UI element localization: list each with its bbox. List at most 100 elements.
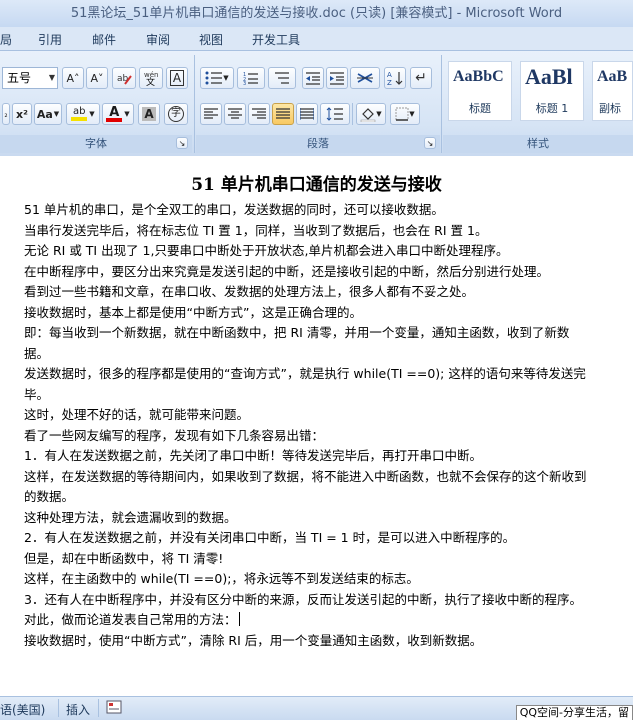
dialog-launcher-icon: ↘ [426, 138, 434, 148]
paragraph: 在中断程序中，要区分出来究竟是发送引起的中断，还是接收引起的中断，然后分别进行处… [24, 263, 550, 279]
strikethrough-button[interactable]: ₂ [2, 103, 10, 125]
align-left-button[interactable] [200, 103, 222, 125]
align-center-button[interactable] [224, 103, 246, 125]
paragraph: 这时，处理不好的话，就可能带来问题。 [24, 407, 250, 422]
grow-font-button[interactable]: A˄ [62, 67, 84, 89]
paragraph-with-cursor: 对此，做而论道发表自己常用的方法： [24, 610, 589, 631]
document-body: 51 单片机的串口，是个全双工的串口，发送数据的同时，还可以接收数据。 当串行发… [24, 200, 589, 651]
change-case-button[interactable]: Aa ▼ [34, 103, 62, 125]
svg-text:文: 文 [146, 76, 155, 86]
tab-developer[interactable]: 开发工具 [252, 31, 300, 48]
text-highlight-button[interactable]: ab ▼ [66, 103, 100, 125]
style-heading-1[interactable]: AaBl 标题 1 [520, 61, 584, 121]
numbering-button[interactable]: 123 [237, 67, 265, 89]
tab-view[interactable]: 视图 [199, 31, 223, 48]
font-size-select[interactable]: 五号 ▼ [2, 67, 58, 89]
font-color-button[interactable]: A ▼ [102, 103, 134, 125]
chinese-layout-icon [357, 73, 373, 83]
paragraph: 1．有人在发送数据之前，先关闭了串口中断！等待发送完毕后，再打开串口中断。 [24, 448, 482, 463]
decrease-indent-button[interactable] [302, 67, 324, 89]
sort-button[interactable]: AZ [384, 67, 406, 89]
align-left-icon [204, 108, 218, 119]
svg-text:Z: Z [387, 79, 392, 86]
tab-review[interactable]: 审阅 [146, 31, 170, 48]
align-center-icon [228, 108, 242, 119]
qq-space-banner[interactable]: QQ空间-分享生活，留 [515, 705, 633, 720]
phonetic-guide-icon: wén文 [144, 71, 158, 86]
paragraph: 即：每当收到一个新数据，就在中断函数中，把 RI 清零，并用一个变量，通知主函数… [24, 325, 570, 361]
insert-mode-status[interactable]: 插入 [66, 701, 90, 718]
style-sample: AaBl [525, 64, 573, 89]
phonetic-guide-button[interactable]: wén 文 [139, 67, 163, 89]
document-page[interactable]: 51 单片机串口通信的发送与接收 51 单片机的串口，是个全双工的串口，发送数据… [0, 160, 633, 696]
character-border-icon: A [169, 70, 185, 86]
style-subtitle[interactable]: AaB 副标 [592, 61, 633, 121]
chevron-down-icon: ▼ [48, 73, 55, 82]
decrease-indent-icon [306, 72, 320, 85]
grow-font-icon: A˄ [66, 71, 80, 85]
paragraph: 当串行发送完毕后，将在标志位 TI 置 1，同样，当收到了数据后，也会在 RI … [24, 222, 488, 238]
borders-button[interactable]: ▼ [390, 103, 420, 125]
group-divider [194, 55, 195, 153]
ribbon-tabs: 局 引用 邮件 审阅 视图 开发工具 [0, 27, 633, 51]
chevron-down-icon: ▼ [124, 110, 130, 118]
chevron-down-icon: ▼ [89, 110, 95, 118]
shrink-font-button[interactable]: A˅ [86, 67, 108, 89]
increase-indent-icon [330, 72, 344, 85]
paragraph: 看到过一些书籍和文章，在串口收、发数据的处理方法上，很多人都有不妥之处。 [24, 284, 475, 299]
paragraph: 无论 RI 或 TI 出现了 1,只要串口中断处于开放状态,单片机都会进入串口中… [24, 243, 509, 258]
align-right-button[interactable] [248, 103, 270, 125]
line-spacing-icon [326, 107, 343, 121]
group-divider [352, 103, 353, 125]
document-title: 51 单片机串口通信的发送与接收 [191, 175, 442, 195]
paragraph: 发送数据时，很多的程序都是使用的“查询方式”，就是执行 while(TI ==0… [24, 366, 586, 402]
highlight-swatch [71, 117, 88, 121]
shading-button[interactable]: ▼ [356, 103, 386, 125]
paint-bucket-icon [361, 108, 376, 122]
chinese-layout-button[interactable] [350, 67, 380, 89]
line-spacing-button[interactable] [320, 103, 350, 125]
paragraph: 接收数据时，使用“中断方式”，清除 RI 后，用一个变量通知主函数，收到新数据。 [24, 632, 483, 648]
multilevel-list-button[interactable] [268, 67, 296, 89]
bullets-button[interactable]: ▼ [200, 67, 234, 89]
paragraph: 看了一些网友编写的程序，发现有如下几条容易出错： [24, 427, 325, 443]
paragraph: 2．有人在发送数据之前，并没有关闭串口中断，当 TI = 1 时，是可以进入中断… [24, 530, 516, 545]
status-divider [98, 699, 99, 717]
distributed-button[interactable] [296, 103, 318, 125]
paragraph: 这样，在主函数中的 while(TI ==0);，将永远等不到发送结束的标志。 [24, 571, 419, 586]
ribbon: 五号 ▼ A˄ A˅ ab wén 文 A ₂ x² Aa ▼ ab ▼ A ▼ A… [0, 51, 633, 156]
chevron-down-icon: ▼ [53, 110, 60, 118]
show-formatting-marks-button[interactable]: ↵ [410, 67, 432, 89]
tab-mailings[interactable]: 邮件 [92, 31, 116, 48]
align-right-icon [252, 108, 266, 119]
superscript-icon: x² [16, 107, 28, 121]
character-shading-button[interactable]: A [138, 103, 160, 125]
tab-layout[interactable]: 局 [0, 31, 12, 48]
enclose-characters-button[interactable]: 字 [164, 103, 188, 125]
sort-icon: AZ [387, 71, 403, 86]
style-sample: AaBbC [453, 68, 504, 85]
clear-format-icon: ab [117, 74, 132, 85]
svg-text:A: A [387, 71, 392, 79]
justify-button[interactable] [272, 103, 294, 125]
tab-references[interactable]: 引用 [38, 31, 62, 48]
superscript-button[interactable]: x² [12, 103, 32, 125]
macro-recording-icon[interactable] [106, 700, 122, 717]
window-title: 51黑论坛_51单片机串口通信的发送与接收.doc (只读) [兼容模式] - … [0, 0, 633, 27]
paragraph-text: 对此，做而论道发表自己常用的方法： [24, 612, 237, 627]
increase-indent-button[interactable] [326, 67, 348, 89]
clear-format-button[interactable]: ab [112, 67, 136, 89]
change-case-icon: Aa [36, 107, 53, 121]
strikethrough-icon: ₂ [4, 109, 8, 119]
paragraph-dialog-launcher[interactable]: ↘ [424, 137, 436, 149]
character-border-button[interactable]: A [166, 67, 188, 89]
font-dialog-launcher[interactable]: ↘ [176, 137, 188, 149]
paragraph-group-label: 段落 [196, 135, 440, 153]
numbering-icon: 123 [243, 72, 258, 85]
font-color-swatch [106, 117, 123, 122]
group-divider [441, 55, 442, 153]
style-heading[interactable]: AaBbC 标题 [448, 61, 512, 121]
svg-text:3: 3 [243, 81, 246, 85]
highlight-icon: ab [71, 107, 88, 121]
language-status[interactable]: 语(美国) [0, 701, 45, 718]
